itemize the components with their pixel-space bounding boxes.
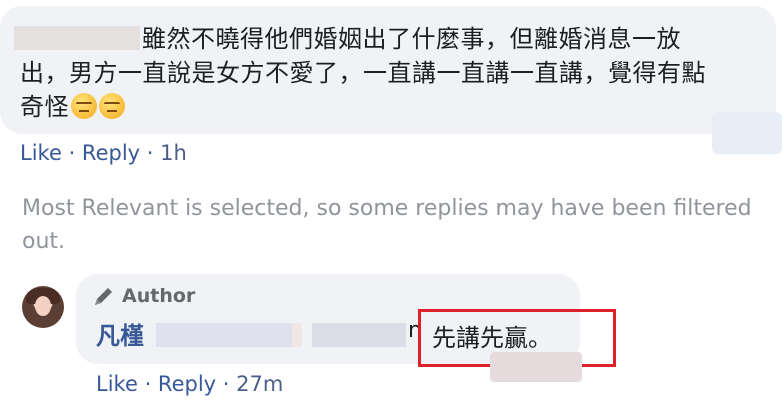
author-badge-label: Author xyxy=(122,285,196,307)
separator-dot: · xyxy=(68,141,82,165)
reply-link[interactable]: Reply xyxy=(158,372,216,396)
redacted-name xyxy=(156,323,292,347)
comment-actions: Like · Reply · 1h xyxy=(20,141,187,165)
redacted-name xyxy=(292,323,302,347)
commenter-name[interactable]: 凡槿 xyxy=(96,316,144,351)
timestamp-link[interactable]: 27m xyxy=(236,372,283,396)
timestamp-link[interactable]: 1h xyxy=(160,141,187,165)
comment-text-line1: 雖然不曉得他們婚姻出了什麼事，但離婚消息一放 xyxy=(142,25,681,53)
comment-text: 雖然不曉得他們婚姻出了什麼事，但離婚消息一放 出，男方一直說是女方不愛了，一直講… xyxy=(20,22,760,124)
separator-dot: · xyxy=(144,372,158,396)
avatar[interactable] xyxy=(22,286,64,328)
reaction-count-redacted xyxy=(490,352,582,382)
expressionless-face-icon xyxy=(71,93,97,119)
like-link[interactable]: Like xyxy=(20,141,62,165)
reply-link[interactable]: Reply xyxy=(82,141,140,165)
separator-dot: · xyxy=(146,141,161,165)
redacted-name xyxy=(312,323,406,347)
like-link[interactable]: Like xyxy=(96,372,138,396)
comment-text-line3: 奇怪 xyxy=(20,93,69,121)
reply-actions: Like · Reply · 27m xyxy=(96,372,283,396)
author-badge: Author xyxy=(92,284,195,308)
pencil-icon xyxy=(95,288,112,305)
filter-note: Most Relevant is selected, so some repli… xyxy=(22,196,752,254)
reaction-count-ghost xyxy=(712,112,782,154)
comment-text-line2: 出，男方一直說是女方不愛了，一直講一直講一直講，覺得有點 xyxy=(20,59,706,87)
expressionless-face-icon xyxy=(99,93,125,119)
separator-dot: · xyxy=(222,372,237,396)
